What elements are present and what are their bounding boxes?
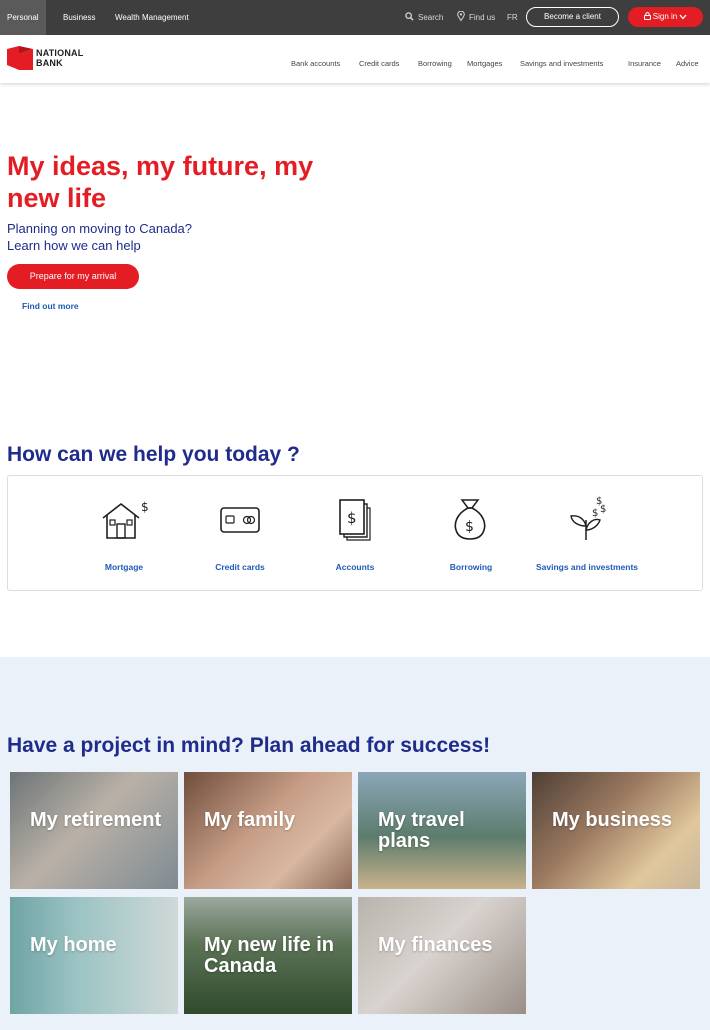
segment-wealth-management[interactable]: Wealth Management xyxy=(108,0,196,35)
logo-line-national: NATIONAL xyxy=(36,48,84,58)
project-tile-business[interactable]: My business xyxy=(532,772,700,889)
segment-business[interactable]: Business xyxy=(56,0,102,35)
accounts-icon: $ xyxy=(339,499,371,541)
project-tile-retirement[interactable]: My retirement xyxy=(10,772,178,889)
chevron-down-icon xyxy=(679,14,687,20)
project-tile-finances[interactable]: My finances xyxy=(358,897,526,1014)
project-tile-label: My new life in Canada xyxy=(204,934,335,977)
help-item-mortgage[interactable]: $ Mortgage xyxy=(69,476,179,592)
help-label-borrowing: Borrowing xyxy=(449,562,493,572)
location-pin-icon xyxy=(457,10,465,22)
project-tile-label: My business xyxy=(552,809,673,831)
search-label: Search xyxy=(418,13,444,22)
project-tile-new-life-canada[interactable]: My new life in Canada xyxy=(184,897,352,1014)
project-tile-label: My retirement xyxy=(30,809,162,831)
help-item-credit-cards[interactable]: Credit cards xyxy=(185,476,295,592)
lock-icon xyxy=(643,12,651,20)
hero-subtitle: Planning on moving to Canada? Learn how … xyxy=(7,220,307,254)
projects-section: Have a project in mind? Plan ahead for s… xyxy=(0,657,710,1030)
logo-wordmark: NATIONAL BANK xyxy=(36,48,83,68)
help-section-title: How can we help you today ? xyxy=(7,443,300,466)
hero-subtitle-line2: Learn how we can help xyxy=(7,238,141,253)
search-link[interactable]: Search xyxy=(405,0,443,35)
project-tile-home[interactable]: My home xyxy=(10,897,178,1014)
svg-text:$: $ xyxy=(141,500,149,514)
projects-section-title: Have a project in mind? Plan ahead for s… xyxy=(7,734,491,757)
svg-text:$: $ xyxy=(596,496,602,507)
project-tile-label: My finances xyxy=(378,934,493,956)
bank-logo-mark-icon xyxy=(7,46,33,70)
help-label-mortgage: Mortgage xyxy=(104,562,144,572)
become-client-button[interactable]: Become a client xyxy=(526,7,619,27)
prepare-arrival-button[interactable]: Prepare for my arrival xyxy=(7,264,139,289)
help-item-accounts[interactable]: $ Accounts xyxy=(300,476,410,592)
sign-in-button[interactable]: Sign in xyxy=(628,7,703,27)
search-icon xyxy=(405,12,414,21)
nav-bank-accounts[interactable]: Bank accounts xyxy=(291,59,340,68)
top-utility-bar: Personal Business Wealth Management Sear… xyxy=(0,0,710,35)
plant-dollar-icon: $ $ $ xyxy=(570,496,606,540)
credit-card-icon xyxy=(220,507,260,533)
project-tile-family[interactable]: My family xyxy=(184,772,352,889)
help-label-accounts: Accounts xyxy=(335,562,375,572)
nav-borrowing[interactable]: Borrowing xyxy=(418,59,452,68)
find-us-link[interactable]: Find us xyxy=(457,0,495,35)
language-toggle[interactable]: FR xyxy=(507,0,518,35)
help-item-savings-investments[interactable]: $ $ $ Savings and investments xyxy=(532,476,642,592)
nav-mortgages[interactable]: Mortgages xyxy=(467,59,502,68)
hero-title: My ideas, my future, my new life xyxy=(7,151,314,213)
project-tile-label: My home xyxy=(30,934,117,956)
find-us-label: Find us xyxy=(469,13,496,22)
svg-text:$: $ xyxy=(347,509,357,527)
nav-credit-cards[interactable]: Credit cards xyxy=(359,59,399,68)
main-header: NATIONAL BANK Bank accounts Credit cards… xyxy=(0,35,710,83)
logo-line-bank: BANK xyxy=(36,58,63,68)
nav-savings-investments[interactable]: Savings and investments xyxy=(520,59,603,68)
hero-subtitle-line1: Planning on moving to Canada? xyxy=(7,221,193,236)
help-options-panel: $ Mortgage Credit cards $ Accounts $ Bor… xyxy=(7,475,703,591)
nav-insurance[interactable]: Insurance xyxy=(628,59,661,68)
segment-personal[interactable]: Personal xyxy=(0,0,46,35)
find-out-more-link[interactable]: Find out more xyxy=(22,301,79,311)
project-tile-label: My family xyxy=(204,809,296,831)
help-item-borrowing[interactable]: $ Borrowing xyxy=(416,476,526,592)
help-label-savings-investments: Savings and investments xyxy=(535,562,639,572)
nav-advice[interactable]: Advice xyxy=(676,59,699,68)
project-tile-label: My travel plans xyxy=(378,809,465,852)
money-bag-icon: $ xyxy=(454,499,486,540)
national-bank-logo[interactable]: NATIONAL BANK xyxy=(7,45,97,72)
sign-in-label: Sign in xyxy=(652,12,678,21)
svg-text:$: $ xyxy=(592,508,598,519)
house-dollar-icon: $ xyxy=(102,500,149,539)
svg-text:$: $ xyxy=(465,519,474,535)
help-label-credit-cards: Credit cards xyxy=(215,562,265,572)
project-tile-travel-plans[interactable]: My travel plans xyxy=(358,772,526,889)
